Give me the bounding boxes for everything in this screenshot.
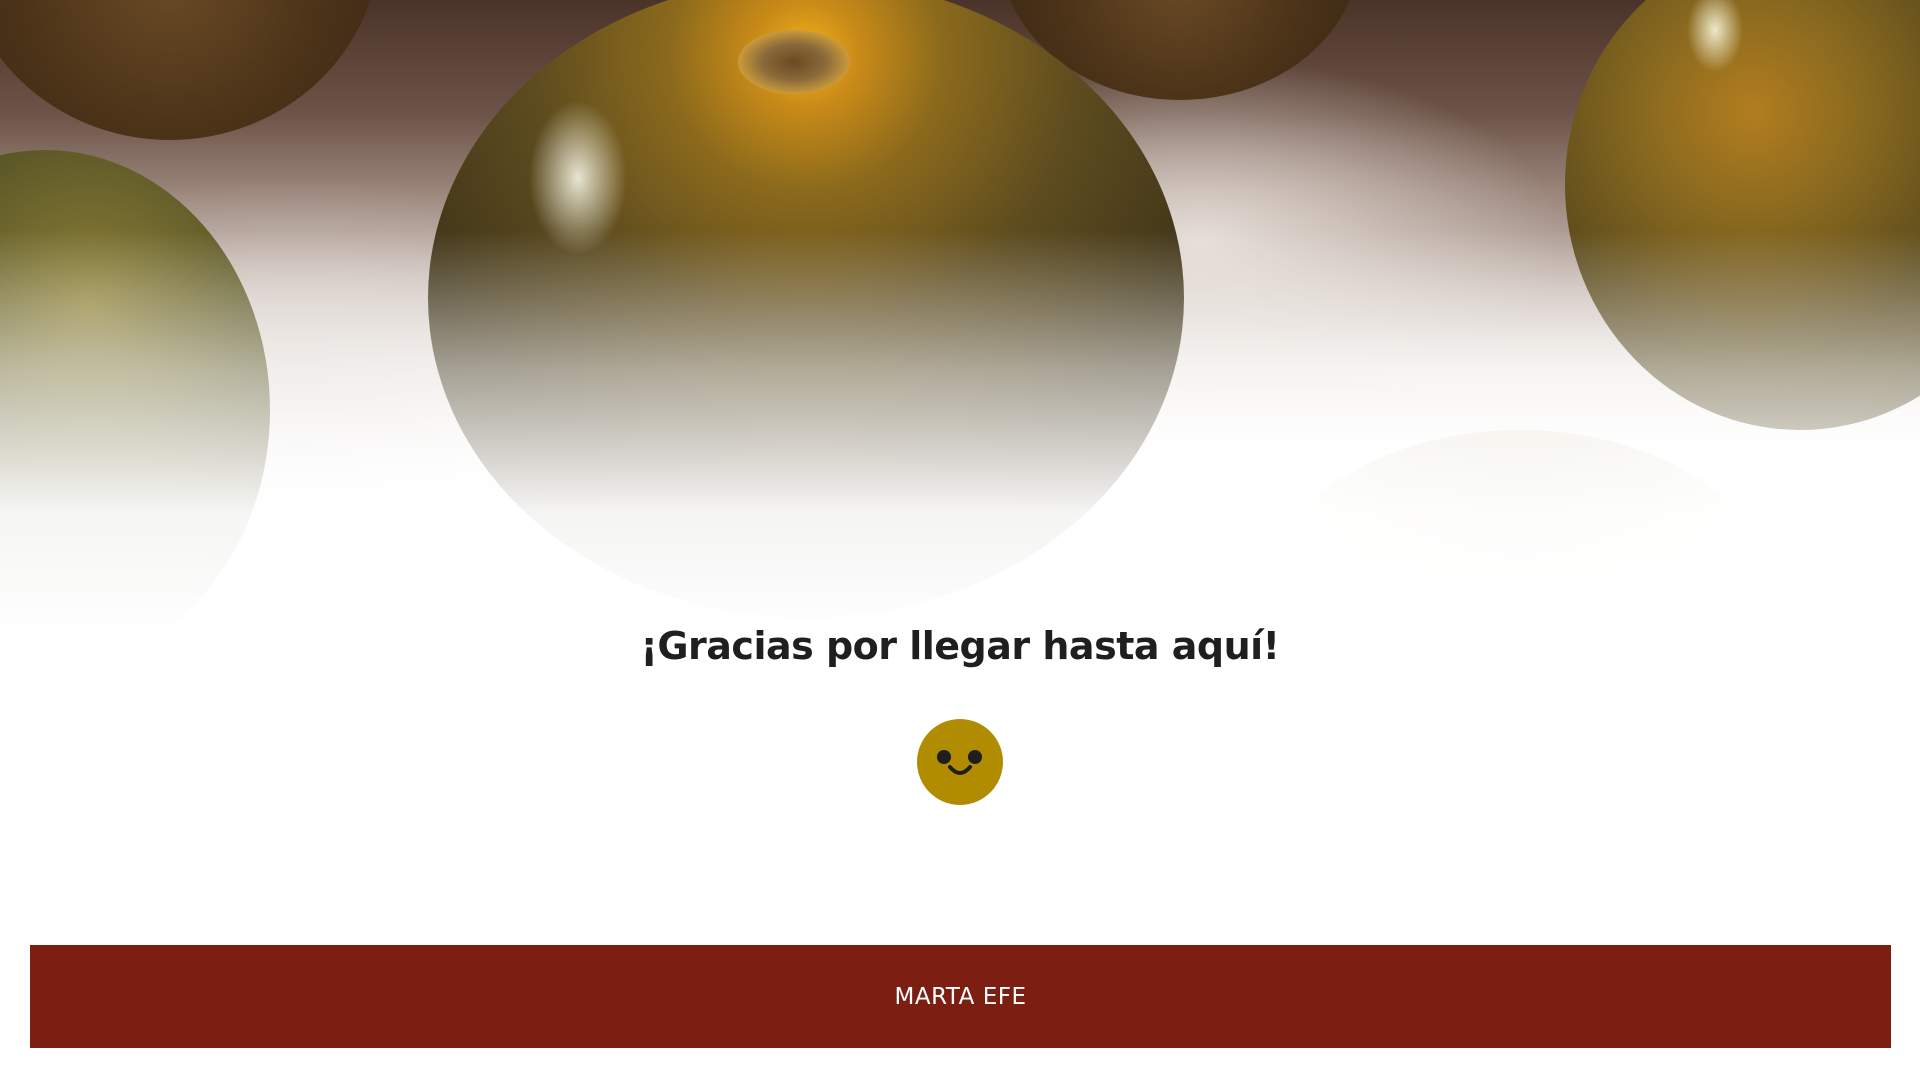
hero-tomatoes-image bbox=[0, 0, 1920, 640]
smiley-face-icon bbox=[917, 719, 1003, 805]
page-heading: ¡Gracias por llegar hasta aquí! bbox=[640, 624, 1280, 668]
footer-bar: MARTA EFE bbox=[30, 945, 1891, 1048]
footer-author-label[interactable]: MARTA EFE bbox=[895, 984, 1027, 1010]
page: ¡Gracias por llegar hasta aquí! MARTA EF… bbox=[0, 0, 1920, 1085]
hero-fade-overlay bbox=[0, 0, 1920, 640]
